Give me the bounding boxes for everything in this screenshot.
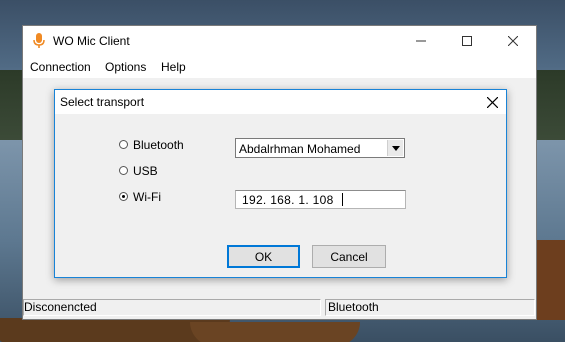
maximize-icon [462, 36, 472, 46]
title-bar[interactable]: WO Mic Client [23, 26, 536, 56]
radio-wifi-label[interactable]: Wi-Fi [133, 190, 161, 204]
minimize-button[interactable] [398, 26, 444, 56]
status-connection: Disconencted [23, 299, 321, 316]
menu-options[interactable]: Options [105, 60, 146, 74]
dialog-title-bar[interactable]: Select transport [55, 90, 506, 114]
menu-help[interactable]: Help [161, 60, 186, 74]
maximize-button[interactable] [444, 26, 490, 56]
menu-bar: Connection Options Help [23, 56, 536, 78]
status-bar: Disconencted Bluetooth [23, 297, 536, 319]
close-icon [487, 96, 498, 108]
microphone-icon [33, 33, 45, 49]
radio-bluetooth[interactable] [119, 140, 128, 149]
select-transport-dialog: Select transport Bluetooth USB Wi-Fi Abd… [54, 89, 507, 278]
bluetooth-device-dropdown[interactable]: Abdalrhman Mohamed [235, 138, 405, 158]
dropdown-arrow-icon[interactable] [387, 140, 403, 156]
menu-connection[interactable]: Connection [30, 60, 91, 74]
radio-usb[interactable] [119, 166, 128, 175]
radio-bluetooth-label[interactable]: Bluetooth [133, 138, 184, 152]
ok-button[interactable]: OK [227, 245, 300, 268]
ip-address-value: 192. 168. 1. 108 [242, 193, 334, 207]
status-transport: Bluetooth [325, 299, 535, 316]
close-icon [508, 36, 518, 46]
minimize-icon [416, 40, 426, 42]
cancel-button[interactable]: Cancel [312, 245, 386, 268]
dialog-close-button[interactable] [479, 90, 506, 114]
text-caret [342, 193, 343, 206]
dialog-title: Select transport [60, 95, 145, 109]
window-title: WO Mic Client [53, 34, 130, 48]
boat [190, 322, 360, 342]
radio-usb-label[interactable]: USB [133, 164, 158, 178]
ip-address-field[interactable]: 192. 168. 1. 108 [235, 190, 406, 209]
radio-wifi[interactable] [119, 192, 128, 201]
bluetooth-device-value: Abdalrhman Mohamed [239, 142, 361, 156]
close-button[interactable] [490, 26, 536, 56]
